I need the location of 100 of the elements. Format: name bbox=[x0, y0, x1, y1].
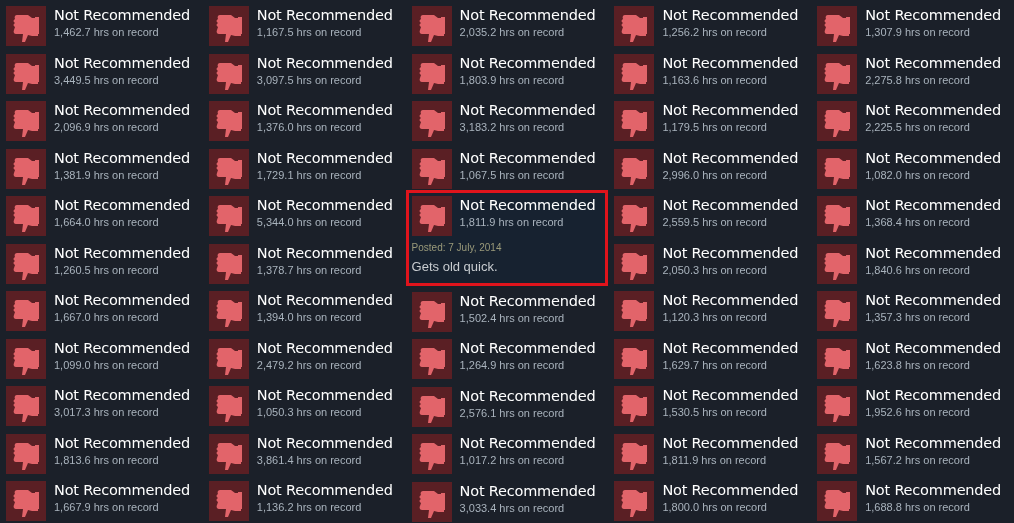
hours-on-record: 1,179.5 hrs on record bbox=[662, 120, 768, 135]
hours-on-record: 1,163.6 hrs on record bbox=[662, 72, 768, 88]
review-tile[interactable]: Not Recommended 2,275.8 hrs on record bbox=[811, 47, 1014, 95]
hours-on-record: 1,381.9 hrs on record bbox=[54, 167, 160, 183]
review-verdict: Not Recommended bbox=[54, 338, 190, 358]
review-tile[interactable]: Not Recommended 1,394.0 hrs on record bbox=[202, 285, 406, 333]
review-tile[interactable]: Not Recommended 1,811.9 hrs on record bbox=[608, 427, 812, 475]
review-tile[interactable]: Not Recommended 3,183.2 hrs on record bbox=[405, 95, 609, 143]
review-verdict: Not Recommended bbox=[865, 386, 1002, 405]
hours-on-record: 1,307.9 hrs on record bbox=[865, 25, 971, 40]
review-tile[interactable]: Not Recommended 1,307.9 hrs on record bbox=[811, 0, 1014, 48]
thumbs-down-icon bbox=[411, 481, 452, 522]
review-tile[interactable]: Not Recommended 1,462.7 hrs on record bbox=[0, 0, 203, 48]
review-tile[interactable]: Not Recommended 5,344.0 hrs on record bbox=[202, 190, 406, 238]
review-tile[interactable]: Not Recommended 1,264.9 hrs on record bbox=[405, 333, 609, 381]
review-tile[interactable]: Not Recommended 1,378.7 hrs on record bbox=[202, 237, 406, 285]
thumbs-down-icon bbox=[6, 433, 46, 474]
review-tile[interactable]: Not Recommended 2,225.5 hrs on record bbox=[811, 95, 1014, 143]
review-tile[interactable]: Not Recommended 3,097.5 hrs on record bbox=[202, 47, 406, 95]
review-tile[interactable]: Not Recommended 1,840.6 hrs on record bbox=[811, 237, 1014, 285]
review-verdict: Not Recommended bbox=[256, 148, 393, 168]
review-tile[interactable]: Not Recommended 1,667.0 hrs on record bbox=[0, 285, 203, 333]
thumbs-down-icon bbox=[411, 291, 452, 332]
review-tile[interactable]: Not Recommended 1,179.5 hrs on record bbox=[608, 95, 812, 143]
review-tile[interactable]: Not Recommended 1,368.4 hrs on record bbox=[811, 190, 1014, 238]
review-tile[interactable]: Not Recommended 1,050.3 hrs on record bbox=[202, 380, 406, 428]
review-tile[interactable]: Not Recommended 1,256.2 hrs on record bbox=[608, 0, 812, 48]
review-tile[interactable]: Not Recommended 1,530.5 hrs on record bbox=[608, 380, 812, 428]
thumbs-down-icon bbox=[411, 53, 452, 94]
review-tile[interactable]: Not Recommended 2,559.5 hrs on record bbox=[608, 190, 812, 238]
thumbs-down-icon bbox=[614, 338, 655, 379]
thumbs-down-icon bbox=[6, 338, 46, 379]
hours-on-record: 1,530.5 hrs on record bbox=[662, 405, 768, 420]
review-verdict: Not Recommended bbox=[662, 386, 799, 405]
review-tile[interactable]: Not Recommended 1,120.3 hrs on record bbox=[608, 285, 812, 333]
review-tile[interactable]: Not Recommended 3,017.3 hrs on record bbox=[0, 380, 203, 428]
thumbs-down-icon bbox=[208, 386, 249, 426]
review-verdict: Not Recommended bbox=[865, 196, 1002, 215]
hours-on-record: 1,462.7 hrs on record bbox=[54, 25, 160, 40]
review-tile[interactable]: Not Recommended 1,664.0 hrs on record bbox=[0, 190, 203, 238]
hours-on-record: 1,803.9 hrs on record bbox=[459, 72, 566, 88]
review-verdict: Not Recommended bbox=[662, 338, 799, 358]
thumbs-down-icon bbox=[614, 243, 655, 284]
hours-on-record: 1,378.7 hrs on record bbox=[256, 262, 363, 278]
review-verdict: Not Recommended bbox=[459, 53, 596, 73]
review-verdict: Not Recommended bbox=[662, 148, 799, 168]
review-tile[interactable]: Not Recommended 1,629.7 hrs on record bbox=[608, 332, 812, 380]
review-tile[interactable]: Not Recommended 1,813.6 hrs on record bbox=[0, 427, 203, 475]
review-tile[interactable]: Not Recommended 2,996.0 hrs on record bbox=[608, 142, 812, 190]
review-verdict: Not Recommended bbox=[256, 101, 393, 120]
review-verdict: Not Recommended bbox=[459, 6, 596, 25]
review-tile[interactable]: Not Recommended 2,035.2 hrs on record bbox=[405, 0, 609, 48]
review-verdict: Not Recommended bbox=[865, 338, 1002, 358]
review-tile[interactable]: Not Recommended 1,623.8 hrs on record bbox=[811, 332, 1014, 380]
review-tile[interactable]: Not Recommended 1,167.5 hrs on record bbox=[202, 0, 406, 48]
hours-on-record: 3,033.4 hrs on record bbox=[459, 500, 566, 516]
review-tile[interactable]: Not Recommended 1,017.2 hrs on record bbox=[405, 428, 609, 476]
review-tile[interactable]: Not Recommended 1,667.9 hrs on record bbox=[0, 475, 203, 523]
review-verdict: Not Recommended bbox=[865, 148, 1002, 168]
hours-on-record: 1,082.0 hrs on record bbox=[865, 167, 971, 183]
review-tile[interactable]: Not Recommended 1,376.0 hrs on record bbox=[202, 95, 406, 143]
review-tile[interactable]: Not Recommended 1,502.4 hrs on record bbox=[405, 285, 609, 333]
review-tile[interactable]: Not Recommended 1,800.0 hrs on record bbox=[608, 475, 812, 523]
hours-on-record: 2,225.5 hrs on record bbox=[865, 120, 971, 135]
review-tile[interactable]: Not Recommended 2,479.2 hrs on record bbox=[202, 332, 406, 380]
review-tile[interactable]: Not Recommended 1,136.2 hrs on record bbox=[202, 475, 406, 523]
review-tile[interactable]: Not Recommended 2,096.9 hrs on record bbox=[0, 95, 203, 143]
review-verdict: Not Recommended bbox=[256, 53, 393, 73]
review-tile[interactable]: Not Recommended 1,082.0 hrs on record bbox=[811, 142, 1014, 190]
thumbs-down-icon bbox=[614, 53, 655, 94]
hours-on-record: 1,813.6 hrs on record bbox=[54, 452, 160, 468]
review-tile[interactable]: Not Recommended 1,067.5 hrs on record bbox=[405, 142, 609, 190]
hours-on-record: 1,688.8 hrs on record bbox=[865, 500, 971, 515]
review-tile[interactable]: Not Recommended 1,729.1 hrs on record bbox=[202, 142, 406, 190]
review-tile[interactable]: Not Recommended 1,567.2 hrs on record bbox=[811, 427, 1014, 475]
review-verdict: Not Recommended bbox=[459, 386, 596, 406]
review-tile[interactable]: Not Recommended 1,811.9 hrs on record Posted: 7 July, 2014 Gets old quick. bbox=[405, 190, 609, 286]
review-tile[interactable]: Not Recommended 1,952.6 hrs on record bbox=[811, 380, 1014, 428]
review-tile[interactable]: Not Recommended 1,163.6 hrs on record bbox=[608, 47, 812, 95]
review-tile[interactable]: Not Recommended 1,381.9 hrs on record bbox=[0, 142, 203, 190]
hours-on-record: 1,260.5 hrs on record bbox=[54, 262, 160, 278]
review-tile[interactable]: Not Recommended 1,803.9 hrs on record bbox=[405, 47, 609, 95]
review-tile[interactable]: Not Recommended 2,576.1 hrs on record bbox=[405, 380, 609, 428]
hours-on-record: 1,623.8 hrs on record bbox=[865, 357, 971, 373]
review-tile[interactable]: Not Recommended 1,357.3 hrs on record bbox=[811, 285, 1014, 333]
review-verdict: Not Recommended bbox=[459, 196, 596, 215]
review-tile[interactable]: Not Recommended 1,260.5 hrs on record bbox=[0, 237, 203, 285]
review-verdict: Not Recommended bbox=[54, 481, 190, 500]
thumbs-down-icon bbox=[614, 6, 655, 46]
review-tile[interactable]: Not Recommended 2,050.3 hrs on record bbox=[608, 237, 812, 285]
thumbs-down-icon bbox=[614, 291, 655, 331]
hours-on-record: 3,449.5 hrs on record bbox=[54, 72, 160, 88]
review-verdict: Not Recommended bbox=[54, 148, 190, 168]
review-verdict: Not Recommended bbox=[256, 243, 393, 263]
review-tile[interactable]: Not Recommended 1,688.8 hrs on record bbox=[811, 475, 1014, 523]
review-verdict: Not Recommended bbox=[662, 196, 799, 215]
review-tile[interactable]: Not Recommended 3,449.5 hrs on record bbox=[0, 47, 203, 95]
review-tile[interactable]: Not Recommended 3,861.4 hrs on record bbox=[202, 427, 406, 475]
review-tile[interactable]: Not Recommended 1,099.0 hrs on record bbox=[0, 332, 203, 380]
review-tile[interactable]: Not Recommended 3,033.4 hrs on record bbox=[405, 475, 609, 523]
